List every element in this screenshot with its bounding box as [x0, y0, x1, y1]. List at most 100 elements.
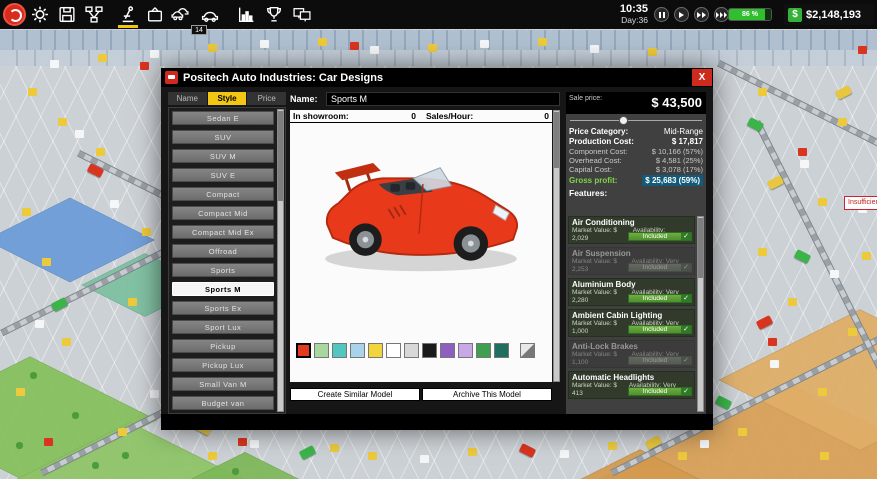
feature-included-toggle[interactable]: Included✓ — [628, 294, 692, 303]
color-swatch-11[interactable] — [494, 343, 509, 358]
model-list-scrollbar[interactable] — [277, 109, 284, 412]
model-name-input[interactable] — [326, 92, 560, 106]
color-swatch-3[interactable] — [350, 343, 365, 358]
model-item-suv[interactable]: SUV — [172, 130, 274, 144]
check-icon: ✓ — [681, 388, 691, 395]
scrollbar-thumb[interactable] — [554, 112, 559, 168]
production-cost-row: Production Cost: $ 17,817 — [566, 137, 706, 147]
model-item-sport-lux[interactable]: Sport Lux — [172, 320, 274, 334]
feature-included-toggle[interactable]: Included✓ — [628, 263, 692, 272]
positech-logo-icon[interactable] — [3, 3, 26, 26]
feature-name: Air Conditioning — [569, 217, 694, 227]
model-item-compact[interactable]: Compact — [172, 187, 274, 201]
active-tool-underline — [118, 25, 138, 28]
overhead-cost-row: Overhead Cost: $ 4,581 (25%) — [566, 156, 706, 165]
color-swatch-6[interactable] — [404, 343, 419, 358]
production-flow-icon[interactable] — [84, 5, 104, 24]
vehicles-icon[interactable] — [170, 5, 190, 24]
play-button[interactable] — [674, 7, 689, 22]
map-car — [756, 315, 773, 330]
map-car — [767, 175, 784, 190]
save-icon[interactable] — [57, 5, 77, 24]
color-swatch-8[interactable] — [440, 343, 455, 358]
car-preview-box: In showroom: 0 Sales/Hour: 0 — [290, 110, 552, 382]
sales-value: 0 — [544, 111, 549, 121]
feature-name: Air Suspension — [569, 248, 694, 258]
fastest-forward-button[interactable] — [714, 7, 729, 22]
color-swatch-9[interactable] — [458, 343, 473, 358]
included-label: Included — [629, 264, 681, 271]
model-item-suv-e[interactable]: SUV E — [172, 168, 274, 182]
model-item-small-van-m[interactable]: Small Van M — [172, 377, 274, 391]
model-item-compact-mid[interactable]: Compact Mid — [172, 206, 274, 220]
feature-market-value: Market Value: $ 1,100 — [572, 351, 632, 367]
feature-name: Aluminium Body — [569, 279, 694, 289]
color-swatch-4[interactable] — [368, 343, 383, 358]
color-swatch-10[interactable] — [476, 343, 491, 358]
model-item-compact-mid-ex[interactable]: Compact Mid Ex — [172, 225, 274, 239]
tab-name[interactable]: Name — [168, 92, 207, 105]
model-item-sports-ex[interactable]: Sports Ex — [172, 301, 274, 315]
insufficient-resource-notice[interactable]: Insufficient Resource — [844, 196, 877, 210]
check-icon: ✓ — [681, 357, 691, 364]
car-designs-dialog: Positech Auto Industries: Car Designs X … — [161, 68, 713, 430]
sale-price-label: Sale price: — [569, 95, 602, 102]
settings-gear-icon[interactable] — [30, 5, 50, 24]
model-item-budget-van[interactable]: Budget van — [172, 396, 274, 410]
feature-list-scrollbar[interactable] — [697, 216, 704, 412]
model-item-sports-m[interactable]: Sports M — [172, 282, 274, 296]
tab-style[interactable]: Style — [208, 92, 247, 105]
slider-handle[interactable] — [619, 116, 628, 125]
create-similar-model-button[interactable]: Create Similar Model — [290, 388, 420, 401]
top-toolbar: 14 10:35 Day:36 86 % $ $2,148,193 — [0, 0, 877, 29]
scrollbar-thumb[interactable] — [698, 218, 703, 278]
included-label: Included — [629, 233, 681, 240]
preview-scrollbar[interactable] — [553, 110, 560, 382]
overhead-cost-label: Overhead Cost: — [569, 156, 622, 165]
color-swatch-7[interactable] — [422, 343, 437, 358]
archive-this-model-button[interactable]: Archive This Model — [422, 388, 552, 401]
model-item-pickup-lux[interactable]: Pickup Lux — [172, 358, 274, 372]
check-icon: ✓ — [681, 295, 691, 302]
color-swatch-custom[interactable] — [520, 343, 535, 358]
component-cost-label: Component Cost: — [569, 147, 627, 156]
model-item-offroad[interactable]: Offroad — [172, 244, 274, 258]
model-item-pickup[interactable]: Pickup — [172, 339, 274, 353]
tab-price[interactable]: Price — [247, 92, 286, 105]
feature-included-toggle[interactable]: Included✓ — [628, 387, 692, 396]
feature-name: Anti-Lock Brakes — [569, 341, 694, 351]
capital-cost-label: Capital Cost: — [569, 165, 612, 174]
model-item-sports[interactable]: Sports — [172, 263, 274, 277]
map-car — [519, 443, 536, 458]
tv-marketing-icon[interactable] — [145, 5, 165, 24]
scrollbar-thumb[interactable] — [278, 111, 283, 201]
color-swatch-0[interactable] — [296, 343, 311, 358]
showroom-label: In showroom: — [293, 111, 349, 121]
model-item-suv-m[interactable]: SUV M — [172, 149, 274, 163]
achievements-trophy-icon[interactable] — [264, 5, 284, 24]
pause-button[interactable] — [654, 7, 669, 22]
factory-wall — [0, 30, 877, 50]
color-swatch-5[interactable] — [386, 343, 401, 358]
color-swatch-2[interactable] — [332, 343, 347, 358]
feature-included-toggle[interactable]: Included✓ — [628, 325, 692, 334]
model-item-sedan-e[interactable]: Sedan E — [172, 111, 274, 125]
fast-forward-button[interactable] — [694, 7, 709, 22]
price-panel: Sale price: $ 43,500 Price Category: Mid… — [566, 92, 706, 414]
dollar-icon: $ — [788, 8, 802, 22]
car-showroom-icon[interactable] — [200, 5, 220, 24]
component-cost-value: $ 10,166 (57%) — [652, 147, 703, 156]
production-cost-label: Production Cost: — [569, 137, 634, 147]
component-cost-row: Component Cost: $ 10,166 (57%) — [566, 147, 706, 156]
monitors-icon[interactable] — [292, 5, 312, 24]
feature-included-toggle[interactable]: Included✓ — [628, 232, 692, 241]
model-actions: Create Similar Model Archive This Model — [290, 388, 552, 401]
close-button[interactable]: X — [692, 69, 712, 86]
price-category-row: Price Category: Mid-Range — [566, 127, 706, 137]
sale-price-value: $ 43,500 — [651, 95, 702, 110]
feature-card: Ambient Cabin LightingMarket Value: $ 1,… — [568, 309, 695, 337]
color-swatch-1[interactable] — [314, 343, 329, 358]
stats-chart-icon[interactable] — [236, 5, 256, 24]
feature-included-toggle[interactable]: Included✓ — [628, 356, 692, 365]
research-microscope-icon[interactable] — [118, 5, 138, 24]
